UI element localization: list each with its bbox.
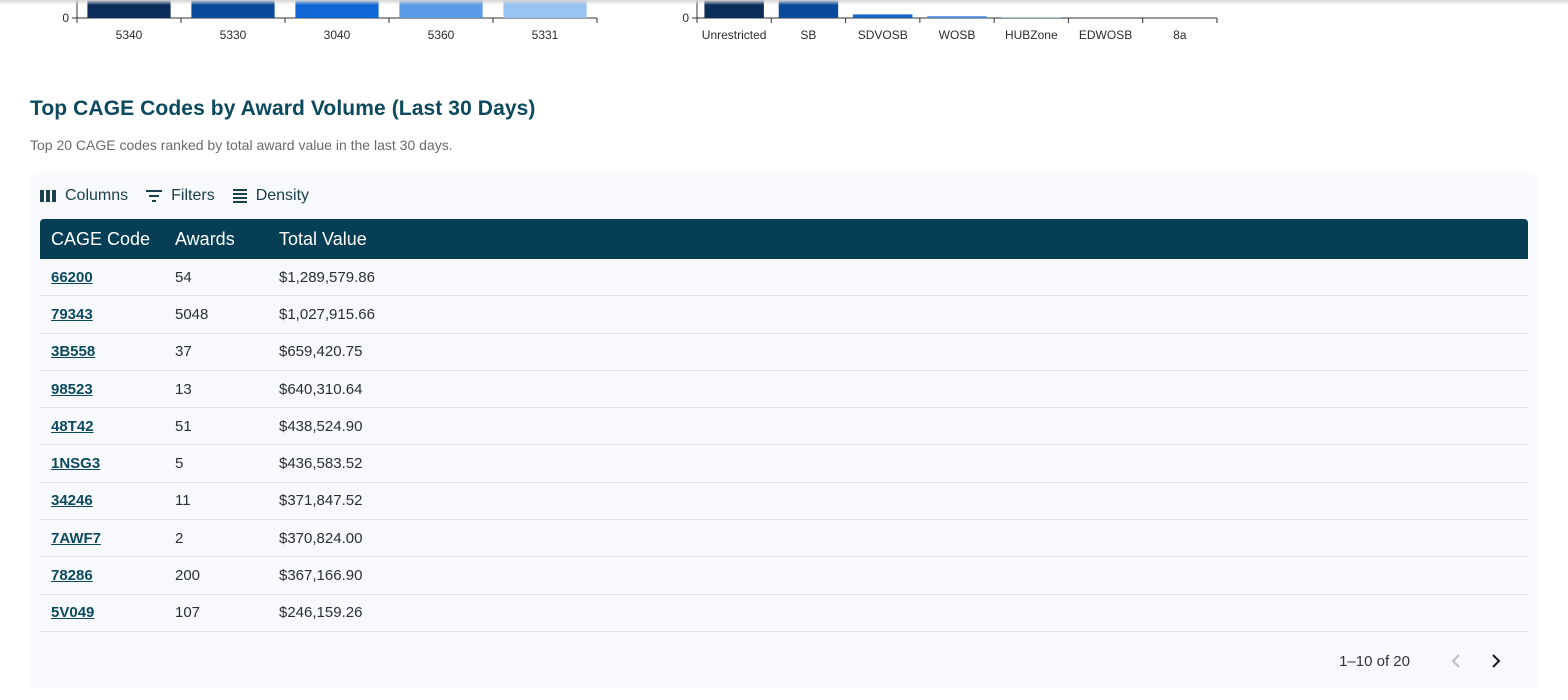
x-tick-label: HUBZone: [1005, 28, 1058, 42]
cage-code-link[interactable]: 34246: [51, 492, 93, 509]
previous-page-button[interactable]: [1436, 649, 1476, 673]
table-row[interactable]: 79343 5048 $1,027,915.66: [40, 296, 1528, 334]
columns-label: Columns: [65, 187, 129, 204]
density-button[interactable]: Density: [232, 185, 310, 207]
cage-code-link[interactable]: 3B558: [51, 343, 95, 360]
cage-code-link[interactable]: 48T42: [51, 418, 94, 435]
top-edge-shadow: [0, 0, 1568, 5]
grid-header: CAGE Code Awards Total Value: [40, 219, 1528, 259]
awards-cell: 107: [175, 604, 201, 622]
y-tick-label: 0: [682, 11, 689, 25]
awards-cell: 200: [175, 567, 201, 585]
table-row[interactable]: 1NSG3 5 $436,583.52: [40, 445, 1528, 483]
grid-toolbar: Columns Filters Density: [40, 183, 309, 209]
x-tick-label: Unrestricted: [702, 28, 767, 42]
chart-nsn-groups: 0 5340 5330 3040 5360 5331: [62, 0, 598, 42]
x-tick-label: 5331: [532, 28, 559, 42]
cage-code-link[interactable]: 7AWF7: [51, 530, 101, 547]
chevron-right-icon: [1492, 654, 1501, 668]
table-row[interactable]: 34246 11 $371,847.52: [40, 483, 1528, 521]
table-row[interactable]: 78286 200 $367,166.90: [40, 557, 1528, 595]
cage-code-link[interactable]: 5V049: [51, 604, 94, 621]
density-label: Density: [255, 187, 310, 204]
table-row[interactable]: 3B558 37 $659,420.75: [40, 334, 1528, 371]
x-tick-label: 3040: [324, 28, 351, 42]
chevron-left-icon: [1451, 654, 1460, 668]
column-header-cage-code[interactable]: CAGE Code: [40, 229, 164, 250]
awards-cell: 11: [175, 492, 191, 510]
pagination-label: 1–10 of 20: [1339, 652, 1410, 670]
x-tick-label: 5340: [116, 28, 143, 42]
total-value-cell: $370,824.00: [279, 529, 363, 547]
chart-bar: [927, 16, 987, 18]
total-value-cell: $371,847.52: [279, 492, 363, 510]
table-row[interactable]: 98523 13 $640,310.64: [40, 371, 1528, 409]
x-tick-label: SDVOSB: [858, 28, 908, 42]
chart-bar: [853, 14, 913, 18]
x-tick-label: 5330: [220, 28, 247, 42]
table-row[interactable]: 7AWF7 2 $370,824.00: [40, 520, 1528, 558]
cage-code-link[interactable]: 79343: [51, 306, 93, 323]
total-value-cell: $1,289,579.86: [279, 268, 375, 286]
table-row[interactable]: 5V049 107 $246,159.26: [40, 595, 1528, 632]
filters-label: Filters: [171, 187, 215, 204]
x-tick-label: 5360: [428, 28, 455, 42]
pagination: 1–10 of 20: [1339, 649, 1516, 673]
columns-button[interactable]: Columns: [40, 185, 128, 207]
awards-cell: 13: [175, 380, 192, 398]
total-value-cell: $1,027,915.66: [279, 305, 375, 323]
awards-cell: 37: [175, 343, 192, 361]
density-icon: [232, 189, 247, 203]
table-row[interactable]: 48T42 51 $438,524.90: [40, 408, 1528, 446]
cage-code-link[interactable]: 98523: [51, 381, 93, 398]
section-subtitle: Top 20 CAGE codes ranked by total award …: [30, 137, 453, 153]
column-header-total-value[interactable]: Total Value: [268, 229, 568, 250]
filters-button[interactable]: Filters: [146, 185, 215, 207]
awards-cell: 5048: [175, 305, 209, 323]
cage-code-link[interactable]: 78286: [51, 567, 93, 584]
total-value-cell: $659,420.75: [279, 343, 363, 361]
table-row[interactable]: 66200 54 $1,289,579.86: [40, 259, 1528, 297]
awards-cell: 51: [175, 417, 192, 435]
total-value-cell: $367,166.90: [279, 567, 363, 585]
column-header-awards[interactable]: Awards: [164, 229, 268, 250]
x-tick-label: SB: [800, 28, 816, 42]
awards-cell: 54: [175, 268, 192, 286]
chart-set-aside: 0 Unrestricted SB SDVOSB WOSB HUBZone EDWOSB 8a: [682, 0, 1218, 42]
x-tick-label: 8a: [1173, 28, 1187, 42]
x-tick-label: WOSB: [939, 28, 976, 42]
data-grid: Columns Filters Density CAGE Code Awards…: [30, 173, 1538, 688]
total-value-cell: $640,310.64: [279, 380, 363, 398]
next-page-button[interactable]: [1476, 649, 1516, 673]
total-value-cell: $438,524.90: [279, 417, 363, 435]
total-value-cell: $436,583.52: [279, 455, 363, 473]
section-title: Top CAGE Codes by Award Volume (Last 30 …: [30, 97, 536, 120]
awards-cell: 2: [175, 529, 184, 547]
columns-icon: [40, 190, 56, 202]
y-tick-label: 0: [62, 11, 69, 25]
grid-body: 66200 54 $1,289,579.86 79343 5048 $1,027…: [40, 259, 1528, 632]
cage-code-link[interactable]: 1NSG3: [51, 455, 100, 472]
cage-code-link[interactable]: 66200: [51, 269, 93, 286]
filter-icon: [146, 190, 163, 202]
x-tick-label: EDWOSB: [1079, 28, 1132, 42]
awards-cell: 5: [175, 455, 184, 473]
total-value-cell: $246,159.26: [279, 604, 363, 622]
